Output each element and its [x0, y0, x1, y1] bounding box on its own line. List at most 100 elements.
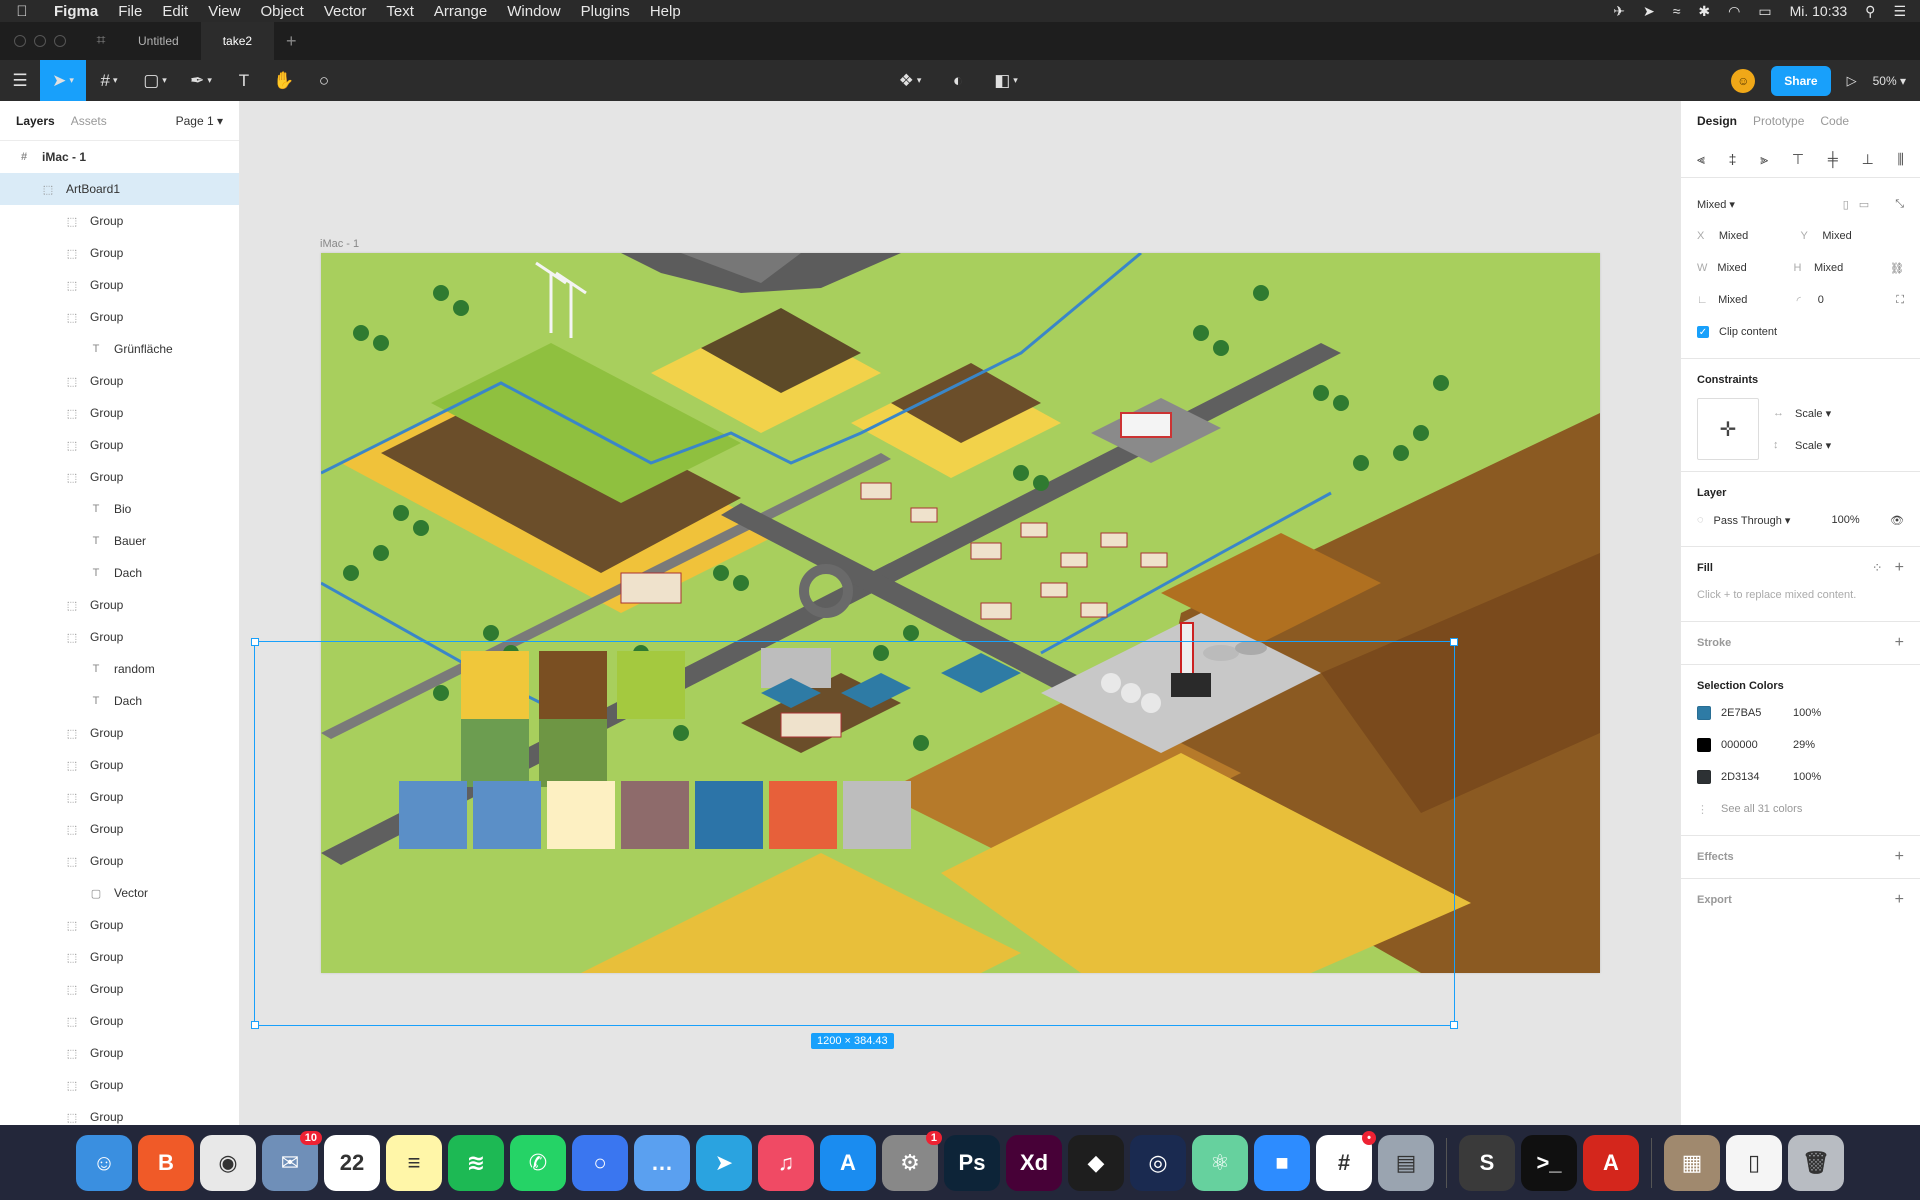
frame-tool-button[interactable]: # ▾ [86, 60, 132, 101]
main-menu-icon[interactable]: ☰ [0, 60, 40, 101]
opacity-input[interactable]: 100% [1832, 514, 1860, 526]
landscape-icon[interactable]: ▭ [1859, 198, 1869, 211]
comment-tool-button[interactable]: ○ [304, 60, 344, 101]
mask-button[interactable]: ◐ [938, 60, 978, 101]
close-window-button[interactable] [14, 35, 26, 47]
color-swatch[interactable] [1697, 738, 1711, 752]
menu-window[interactable]: Window [497, 3, 570, 20]
dock-app-music[interactable]: ♫ [758, 1134, 814, 1191]
page-selector[interactable]: Page 1 ▾ [176, 114, 223, 128]
dock-app-mail[interactable]: ✉ 10 [262, 1130, 322, 1191]
menu-plugins[interactable]: Plugins [571, 3, 640, 20]
menu-text[interactable]: Text [376, 3, 424, 20]
add-export-icon[interactable]: + [1895, 891, 1904, 909]
telegram-status-icon[interactable]: ➤ [1643, 3, 1655, 20]
blend-mode-dropdown[interactable]: Pass Through ▾ [1714, 514, 1832, 527]
eye-icon[interactable]: 👁 [1890, 514, 1904, 527]
layer-row[interactable]: ⬚ Group [0, 1005, 239, 1037]
dock-app-telegram[interactable]: ➤ [696, 1134, 752, 1191]
dock-app-app-store[interactable]: A [820, 1134, 876, 1191]
color-swatch[interactable] [1697, 770, 1711, 784]
dock-app-finder[interactable]: ☺ [76, 1134, 132, 1191]
dock-app-chrome[interactable]: ◉ [200, 1134, 256, 1191]
resize-handle-top-right[interactable] [1450, 638, 1458, 646]
layer-row[interactable]: ⬚ Group [0, 429, 239, 461]
dock-app-trash[interactable]: 🗑 [1788, 1134, 1844, 1191]
color-hex[interactable]: 000000 [1721, 739, 1793, 751]
dock-app-terminal[interactable]: >_ [1521, 1134, 1577, 1191]
vertical-constraint-dropdown[interactable]: Scale ▾ [1795, 439, 1831, 452]
see-all-colors-link[interactable]: See all 31 colors [1721, 803, 1802, 815]
menu-object[interactable]: Object [250, 3, 313, 20]
rotation-input[interactable]: Mixed [1718, 294, 1797, 306]
selection-color-row[interactable]: 2E7BA5 100% [1697, 697, 1904, 729]
resize-to-fit-icon[interactable]: ⤡ [1895, 198, 1904, 211]
layer-row[interactable]: T Bio [0, 493, 239, 525]
layer-row[interactable]: ⬚ Group [0, 397, 239, 429]
resize-handle-bottom-left[interactable] [251, 1021, 259, 1029]
battery-icon[interactable]: ▭ [1758, 3, 1771, 20]
resize-handle-bottom-right[interactable] [1450, 1021, 1458, 1029]
selection-color-row[interactable]: 000000 29% [1697, 729, 1904, 761]
dock-app-acrobat[interactable]: A [1583, 1134, 1639, 1191]
dock-app-whatsapp[interactable]: ✆ [510, 1134, 566, 1191]
layer-row[interactable]: ▢ Vector [0, 877, 239, 909]
color-opacity[interactable]: 29% [1793, 739, 1815, 751]
layer-row[interactable]: T Bauer [0, 525, 239, 557]
y-input[interactable]: Mixed [1822, 230, 1904, 242]
layer-row[interactable]: ⬚ Group [0, 941, 239, 973]
dock-app-atom[interactable]: ⚛ [1192, 1134, 1248, 1191]
bluetooth-icon[interactable]: ✱ [1698, 3, 1710, 20]
align-left-icon[interactable]: ⫷ [1697, 151, 1705, 168]
canvas[interactable]: iMac - 1 1200 × 384.43 [240, 101, 1680, 1125]
layer-row[interactable]: Trandom [0, 653, 239, 685]
layer-row[interactable]: T Dach [0, 557, 239, 589]
layer-row[interactable]: ⬚ Group [0, 845, 239, 877]
zoom-window-button[interactable] [54, 35, 66, 47]
layer-row-root-frame[interactable]: # iMac - 1 [0, 141, 239, 173]
layer-row[interactable]: ⬚ Group [0, 269, 239, 301]
selection-box[interactable] [251, 638, 1458, 1029]
apple-menu-icon[interactable]:  [0, 3, 44, 20]
hand-tool-button[interactable]: ✋ [264, 60, 304, 101]
selection-color-row[interactable]: 2D3134 100% [1697, 761, 1904, 793]
horizontal-constraint-dropdown[interactable]: Scale ▾ [1795, 407, 1831, 420]
menu-arrange[interactable]: Arrange [424, 3, 497, 20]
layer-row[interactable]: ⬚ Group [0, 365, 239, 397]
align-top-icon[interactable]: ⊤ [1792, 151, 1804, 168]
menu-file[interactable]: File [108, 3, 152, 20]
present-play-icon[interactable]: ▷ [1847, 73, 1857, 89]
layer-row[interactable]: T Dach [0, 685, 239, 717]
layer-row-artboard[interactable]: ⬚ ArtBoard1 [0, 173, 239, 205]
distribute-icon[interactable]: ⫼ [1898, 151, 1904, 168]
shape-tool-button[interactable]: ▢ ▾ [132, 60, 178, 101]
tab-untitled[interactable]: Untitled [116, 22, 201, 60]
width-input[interactable]: Mixed [1717, 262, 1793, 274]
independent-corners-icon[interactable]: ⛶ [1896, 294, 1904, 307]
layer-row[interactable]: ⬚ Group [0, 1037, 239, 1069]
dock-app-figma[interactable]: ◆ [1068, 1134, 1124, 1191]
layer-row[interactable]: ⬚ Group [0, 781, 239, 813]
menu-view[interactable]: View [198, 3, 250, 20]
avatar[interactable]: ☺ [1731, 68, 1756, 93]
constraints-widget[interactable]: ✛ [1697, 398, 1759, 460]
components-button[interactable]: ❖ ▾ [890, 60, 930, 101]
add-fill-icon[interactable]: + [1895, 559, 1904, 577]
new-tab-icon[interactable]: + [274, 31, 309, 52]
layer-row[interactable]: ⬚ Group [0, 749, 239, 781]
menu-edit[interactable]: Edit [152, 3, 198, 20]
corner-radius-input[interactable]: 0 [1818, 294, 1897, 306]
color-hex[interactable]: 2D3134 [1721, 771, 1793, 783]
align-horizontal-center-icon[interactable]: ‡ [1729, 151, 1737, 167]
dock-app-document[interactable]: ▯ [1726, 1134, 1782, 1191]
layer-row[interactable]: ⬚ Group [0, 301, 239, 333]
dock-app-slack[interactable]: # • [1316, 1130, 1376, 1191]
clip-content-checkbox[interactable]: ✓ [1697, 326, 1709, 338]
height-input[interactable]: Mixed [1814, 262, 1890, 274]
dock-app-zoom[interactable]: ■ [1254, 1134, 1310, 1191]
layer-row[interactable]: ⬚ Group [0, 909, 239, 941]
layer-row[interactable]: ⬚ Group [0, 1101, 239, 1125]
layer-row[interactable]: ⬚ Group [0, 717, 239, 749]
tab-take2[interactable]: take2 [200, 22, 275, 60]
boolean-groups-button[interactable]: ◧ ▾ [986, 60, 1026, 101]
